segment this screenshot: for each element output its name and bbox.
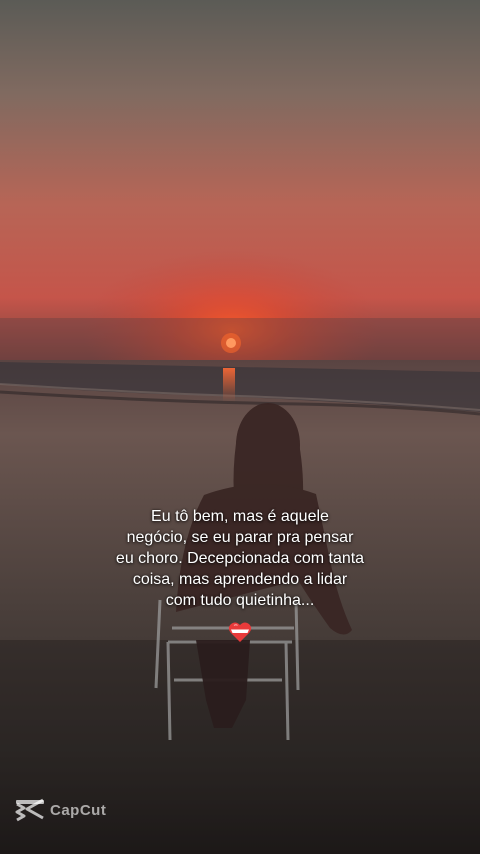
caption-line: coisa, mas aprendendo a lidar bbox=[132, 571, 348, 588]
caption-line: eu choro. Decepcionada com tanta bbox=[115, 550, 365, 567]
caption-text: Eu tô bem, mas é aquele negócio, se eu p… bbox=[0, 506, 480, 611]
caption-line: Eu tô bem, mas é aquele bbox=[151, 508, 329, 525]
heart-emoji bbox=[228, 622, 252, 642]
capcut-logo-icon bbox=[15, 798, 44, 822]
caption-line: negócio, se eu parar pra pensar bbox=[126, 529, 354, 546]
sunset-photo-background bbox=[0, 0, 480, 854]
watermark-brand-text: CapCut bbox=[50, 801, 107, 819]
capcut-watermark: CapCut bbox=[14, 796, 106, 824]
caption-line: com tudo quietinha... bbox=[165, 592, 315, 609]
